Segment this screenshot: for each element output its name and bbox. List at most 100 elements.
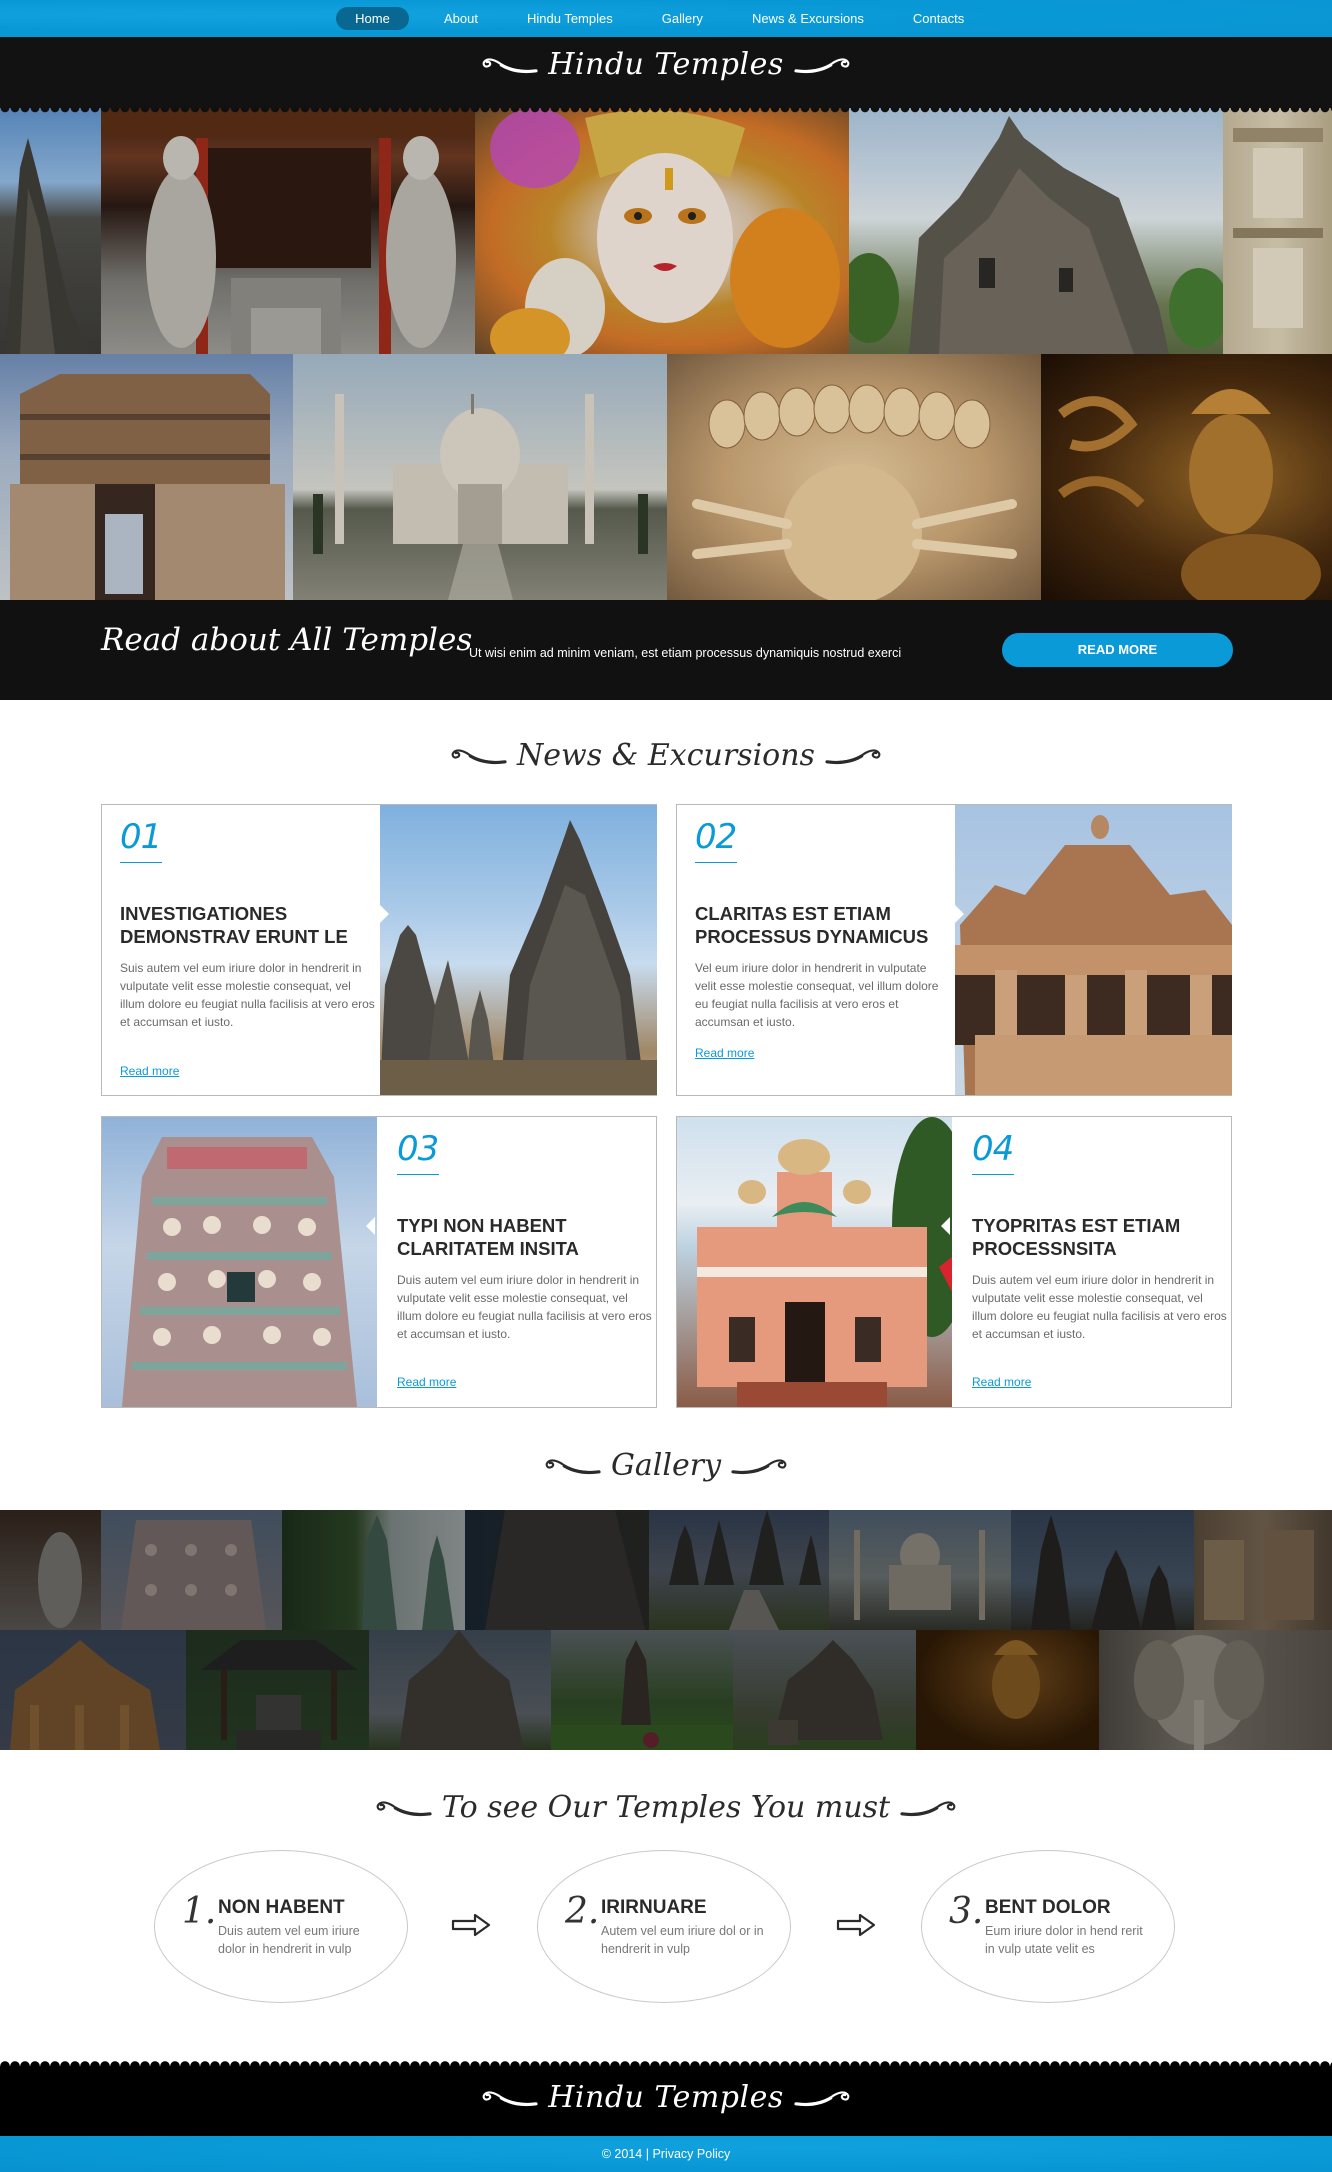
steps-section-title: To see Our Temples You must [0,1790,1332,1825]
step-number: 1. [182,1891,217,1932]
gallery-thumb[interactable] [649,1510,829,1630]
hero-image-hampi-gopuram [0,354,293,600]
nav-item-about[interactable]: About [444,7,478,30]
news-card-number: 03 [397,1129,439,1169]
top-navigation: Home About Hindu Temples Gallery News & … [0,0,1332,37]
gallery-thumb[interactable] [186,1630,369,1750]
cta-band: Read about All Temples Ut wisi enim ad m… [0,600,1332,700]
news-card: 04 TYOPRITAS EST ETIAM PROCESSNSITA Duis… [676,1116,1232,1408]
step-item: 1. NON HABENT Duis autem vel eum iriure … [154,1850,408,2003]
nav-list: Home About Hindu Temples Gallery News & … [336,7,1013,30]
arrow-right-icon [836,1913,876,1937]
copyright-separator: | [645,2147,649,2161]
gallery-thumb[interactable] [0,1510,101,1630]
news-card-image-khajuraho[interactable] [955,805,1232,1095]
news-card-description: Duis autem vel eum iriure dolor in hendr… [397,1273,652,1341]
news-card-number: 02 [695,817,737,857]
news-card-text-panel: 04 TYOPRITAS EST ETIAM PROCESSNSITA Duis… [954,1117,1231,1407]
news-card-read-more-link[interactable]: Read more [120,1064,179,1078]
step-description: Autem vel eum iriure dol or in hendrerit… [601,1924,764,1956]
site-logo[interactable]: Hindu Temples [0,47,1332,82]
flourish-left-icon [543,1455,601,1477]
gallery-title-text: Gallery [610,1448,722,1483]
gallery-thumb[interactable] [1099,1630,1332,1750]
gallery-thumb[interactable] [916,1630,1099,1750]
gallery-thumb[interactable] [282,1510,465,1630]
step-item: 3. BENT DOLOR Eum iriure dolor in hend r… [921,1850,1175,2003]
number-underline [397,1174,439,1175]
hero-mosaic [0,108,1332,600]
news-card-image-gopuram[interactable] [102,1117,377,1407]
news-card-title: TYOPRITAS EST ETIAM PROCESSNSITA [972,1215,1181,1259]
number-underline [695,862,737,863]
nav-item-news-excursions[interactable]: News & Excursions [752,7,864,30]
news-card-read-more-link[interactable]: Read more [695,1046,754,1060]
news-card-number: 04 [972,1129,1014,1169]
footer-logo-text: Hindu Temples [548,2080,784,2115]
footer-logo[interactable]: Hindu Temples [0,2080,1332,2115]
news-card: 03 TYPI NON HABENT CLARITATEM INSITA Dui… [101,1116,657,1408]
news-card-description: Suis autem vel eum iriure dolor in hendr… [120,961,375,1029]
step-number: 3. [949,1891,984,1932]
logo-text: Hindu Temples [548,47,784,82]
nav-item-hindu-temples[interactable]: Hindu Temples [527,7,613,30]
steps-title-text: To see Our Temples You must [441,1790,891,1825]
nav-item-contacts[interactable]: Contacts [913,7,964,30]
footer-bar: © 2014 | Privacy Policy [0,2136,1332,2172]
number-underline [120,862,162,863]
flourish-left-icon [374,1797,432,1819]
news-card-text-panel: 02 CLARITAS EST ETIAM PROCESSUS DYNAMICU… [677,805,954,1095]
privacy-policy-link[interactable]: Privacy Policy [652,2147,730,2161]
cta-title: Read about All Temples [101,622,473,658]
card-notch [366,1217,375,1235]
card-notch [941,1217,950,1235]
step-title: BENT DOLOR [985,1897,1111,1918]
flourish-left-icon [449,745,507,767]
news-card-title: INVESTIGATIONES DEMONSTRAV ERUNT LE [120,903,348,947]
flourish-right-icon [900,1797,958,1819]
nav-item-home[interactable]: Home [336,7,409,30]
step-description: Duis autem vel eum iriure dolor in hendr… [218,1924,360,1956]
gallery-thumb[interactable] [101,1510,282,1630]
news-card: 02 CLARITAS EST ETIAM PROCESSUS DYNAMICU… [676,804,1232,1096]
news-card-title: CLARITAS EST ETIAM PROCESSUS DYNAMICUS [695,903,929,947]
gallery-thumb[interactable] [0,1630,186,1750]
read-more-button[interactable]: READ MORE [1002,633,1233,667]
hero-image-temple-spire [0,108,101,354]
gallery-grid [0,1510,1332,1750]
step-item: 2. IRIRNUARE Autem vel eum iriure dol or… [537,1850,791,2003]
copyright-text: © 2014 [601,2147,643,2161]
step-title: IRIRNUARE [601,1897,707,1918]
news-card-read-more-link[interactable]: Read more [972,1375,1031,1389]
news-card-image-goan-temple[interactable] [677,1117,952,1407]
hero-image-stone-temple [849,108,1223,354]
flourish-right-icon [731,1455,789,1477]
footer-scallop [0,2058,1332,2066]
gallery-thumb[interactable] [1011,1510,1194,1630]
site-header: Hindu Temples [0,37,1332,109]
step-description: Eum iriure dolor in hend rerit in vulp u… [985,1924,1143,1956]
gallery-thumb[interactable] [733,1630,916,1750]
news-card-image-prambanan[interactable] [380,805,657,1095]
nav-item-gallery[interactable]: Gallery [662,7,703,30]
gallery-thumb[interactable] [465,1510,649,1630]
hero-image-balinese-guardians [101,108,475,354]
news-card-description: Duis autem vel eum iriure dolor in hendr… [972,1273,1227,1341]
news-card-description: Vel eum iriure dolor in hendrerit in vul… [695,961,939,1029]
gallery-thumb[interactable] [551,1630,733,1750]
gallery-thumb[interactable] [1194,1510,1332,1630]
flourish-left-icon [480,54,538,76]
flourish-right-icon [825,745,883,767]
flourish-right-icon [794,2087,852,2109]
news-card-text-panel: 01 INVESTIGATIONES DEMONSTRAV ERUNT LE S… [102,805,379,1095]
gallery-thumb[interactable] [369,1630,551,1750]
news-card-number: 01 [120,817,162,857]
hero-image-carved-facade [1223,108,1332,354]
hero-image-ravana-statue [667,354,1041,600]
news-card-title: TYPI NON HABENT CLARITATEM INSITA [397,1215,579,1259]
gallery-thumb[interactable] [829,1510,1011,1630]
news-card-text-panel: 03 TYPI NON HABENT CLARITATEM INSITA Dui… [379,1117,656,1407]
news-card-read-more-link[interactable]: Read more [397,1375,456,1389]
step-title: NON HABENT [218,1897,345,1918]
hero-image-taj-mahal [293,354,667,600]
